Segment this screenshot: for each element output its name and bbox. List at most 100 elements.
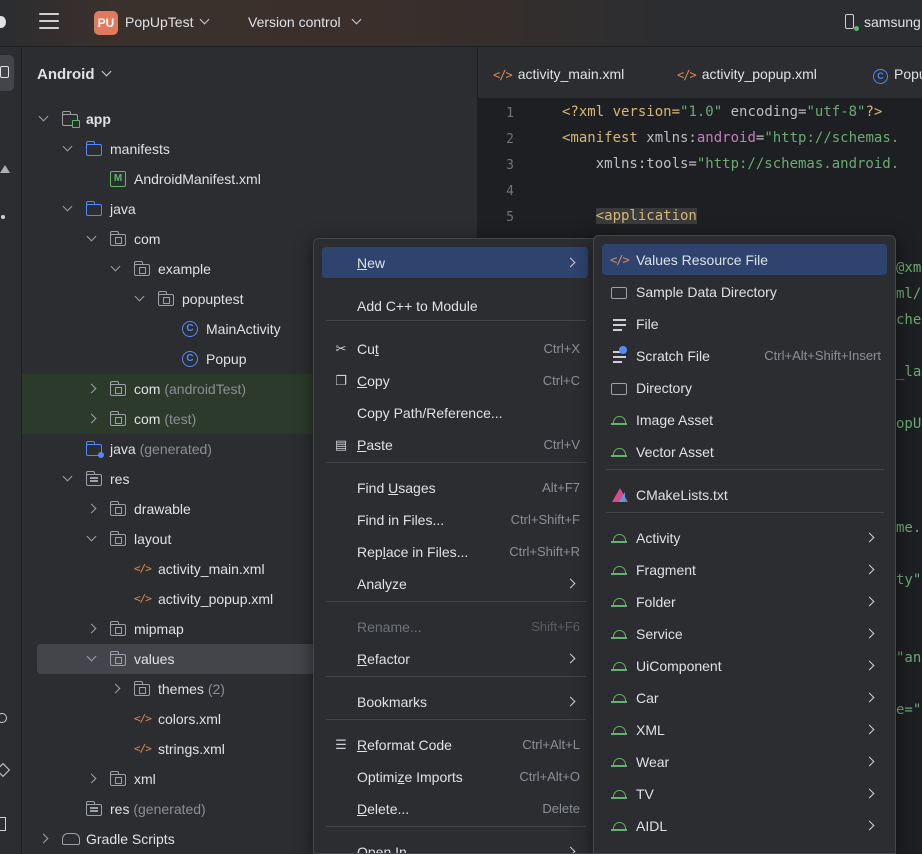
device-selector[interactable]: samsung [864, 14, 921, 30]
chevron-down-icon[interactable] [86, 231, 97, 242]
tree-item[interactable]: M AndroidManifest.xml [22, 164, 478, 194]
submenu-item-aidl[interactable]: AIDL [602, 810, 887, 841]
project-tool-button[interactable] [0, 55, 14, 91]
app-logo-icon[interactable] [0, 16, 6, 28]
chevron-right-icon[interactable] [110, 683, 121, 694]
chevron-down-icon[interactable] [86, 651, 97, 662]
menu-item-analyze[interactable]: Analyze [322, 568, 588, 599]
submenu-item-label: Wear [636, 754, 670, 770]
submenu-item-uicomponent[interactable]: UiComponent [602, 650, 887, 681]
menu-item-cut[interactable]: ✂ Cut Ctrl+X [322, 333, 588, 364]
tree-item[interactable]: manifests [22, 134, 478, 164]
chevron-down-icon[interactable] [62, 471, 73, 482]
generated-folder-icon [85, 441, 104, 458]
submenu-item-folder[interactable]: Folder [602, 586, 887, 617]
chevron-down-icon[interactable] [86, 531, 97, 542]
submenu-item-service[interactable]: Service [602, 618, 887, 649]
menu-item-reformat-code[interactable]: ☰ Reformat Code Ctrl+Alt+L [322, 729, 588, 760]
menu-item-optimize-imports[interactable]: Optimize Imports Ctrl+Alt+O [322, 761, 588, 792]
submenu-item-values-resource-file[interactable]: </> Values Resource File [602, 244, 887, 275]
submenu-item-scratch-file[interactable]: Scratch File Ctrl+Alt+Shift+Insert [602, 340, 887, 371]
tree-item-label: themes (2) [158, 681, 225, 697]
xml-icon: </> [134, 562, 152, 575]
code-line-2[interactable]: <manifest xmlns:android="http://schemas. [562, 130, 899, 146]
submenu-item-car[interactable]: Car [602, 682, 887, 713]
package-icon [109, 531, 126, 546]
submenu-item-wear[interactable]: Wear [602, 746, 887, 777]
chevron-right-icon[interactable] [86, 503, 97, 514]
submenu-item-file[interactable]: File [602, 308, 887, 339]
submenu-item-tv[interactable]: TV [602, 778, 887, 809]
submenu-item-vector-asset[interactable]: Vector Asset [602, 436, 887, 467]
tree-item[interactable]: java [22, 194, 478, 224]
tab-activity-popup[interactable]: </> activity_popup.xml [677, 66, 817, 82]
code-line-1[interactable]: <?xml version="1.0" encoding="utf-8"?> [562, 104, 882, 120]
submenu-item-cmakelists-txt[interactable]: CMakeLists.txt [602, 479, 887, 510]
code-line-5[interactable]: <application [562, 208, 697, 224]
menu-item-copy[interactable]: ❐ Copy Ctrl+C [322, 365, 588, 396]
problems-icon[interactable] [0, 762, 11, 778]
menu-item-open-in[interactable]: Open In [322, 836, 588, 853]
chevron-right-icon[interactable] [38, 833, 49, 844]
main-menu-icon[interactable] [39, 13, 59, 31]
chevron-down-icon[interactable] [38, 111, 49, 122]
more-icon[interactable] [1, 215, 5, 219]
submenu-item-fragment[interactable]: Fragment [602, 554, 887, 585]
version-control-button[interactable]: Version control [248, 14, 341, 30]
tree-item-label: java [110, 201, 136, 217]
android-icon [610, 817, 628, 835]
menu-item-refactor[interactable]: Refactor [322, 643, 588, 674]
tab-popup[interactable]: CPopup [873, 66, 922, 84]
chevron-right-icon[interactable] [86, 773, 97, 784]
menu-item-paste[interactable]: ▤ Paste Ctrl+V [322, 429, 588, 460]
code-line-3[interactable]: xmlns:tools="http://schemas.android. [562, 156, 899, 172]
submenu-item-xml[interactable]: XML [602, 714, 887, 745]
submenu-item-directory[interactable]: Directory [602, 372, 887, 403]
chevron-right-icon[interactable] [86, 383, 97, 394]
chevron-down-icon[interactable] [110, 261, 121, 272]
chevron-down-icon[interactable] [62, 141, 73, 152]
menu-separator [606, 469, 884, 470]
tree-item-label: app [86, 111, 111, 127]
terminal-icon[interactable] [0, 817, 6, 831]
chevron-down-icon[interactable] [62, 201, 73, 212]
project-name[interactable]: PopUpTest [125, 14, 193, 30]
menu-item-new[interactable]: New [322, 247, 588, 278]
panel-title[interactable]: Android [37, 66, 95, 83]
run-icon[interactable] [0, 713, 7, 723]
submenu-item-activity[interactable]: Activity [602, 522, 887, 553]
menu-item-bookmarks[interactable]: Bookmarks [322, 686, 588, 717]
menu-item-label: New [357, 255, 386, 271]
submenu-item-label: AIDL [636, 818, 668, 834]
menu-item-find-in-files[interactable]: Find in Files... Ctrl+Shift+F [322, 504, 588, 535]
menu-item-delete[interactable]: Delete... Delete [322, 793, 588, 824]
menu-item-copy-path-reference[interactable]: Copy Path/Reference... [322, 397, 588, 428]
line-number: 3 [506, 158, 514, 173]
submenu-item-label: Activity [636, 530, 681, 546]
menu-separator [326, 826, 586, 827]
submenu-item-sample-data-directory[interactable]: Sample Data Directory [602, 276, 887, 307]
menu-item-find-usages[interactable]: Find Usages Alt+F7 [322, 472, 588, 503]
menu-item-add-c-to-module[interactable]: Add C++ to Module [322, 290, 588, 321]
menu-item-replace-in-files[interactable]: Replace in Files... Ctrl+Shift+R [322, 536, 588, 567]
submenu-item-image-asset[interactable]: Image Asset [602, 404, 887, 435]
title-bar: PU PopUpTest Version control samsung [0, 0, 922, 47]
submenu-item-label: XML [636, 722, 665, 738]
app-folder-icon [61, 111, 80, 128]
device-icon[interactable] [845, 14, 854, 29]
commit-icon[interactable] [0, 165, 10, 173]
chevron-down-icon[interactable] [134, 291, 145, 302]
project-badge[interactable]: PU [94, 11, 118, 35]
chevron-down-icon[interactable] [101, 66, 112, 77]
chevron-right-icon[interactable] [86, 413, 97, 424]
chevron-right-icon[interactable] [86, 623, 97, 634]
submenu-item-label: File [636, 316, 659, 332]
tree-item[interactable]: app [22, 104, 478, 134]
chevron-down-icon[interactable] [199, 14, 210, 25]
tab-activity-main[interactable]: </> activity_main.xml [493, 66, 624, 82]
chevron-down-icon[interactable] [351, 14, 362, 25]
xml-icon: </> [134, 592, 152, 605]
scratch-file-icon [610, 346, 628, 365]
menu-separator [326, 601, 586, 602]
android-icon [610, 411, 628, 429]
